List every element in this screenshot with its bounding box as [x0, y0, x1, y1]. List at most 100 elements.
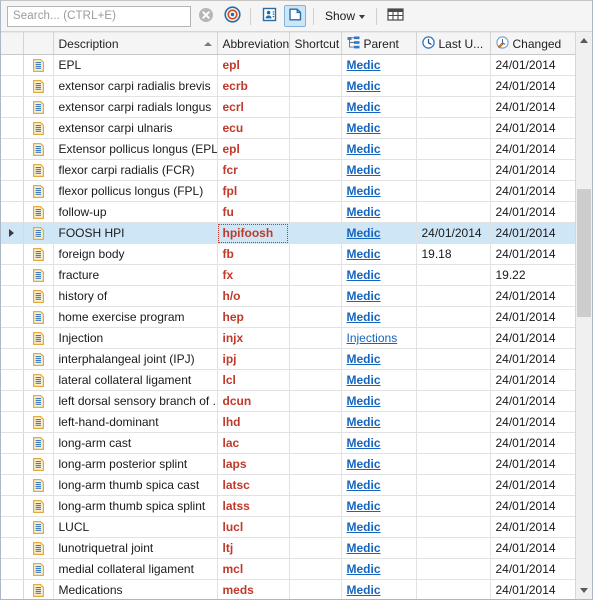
parent-link[interactable]: Medic — [347, 415, 381, 429]
cell-last-updated[interactable] — [416, 54, 491, 76]
clear-search-button[interactable] — [195, 5, 217, 27]
cell-abbreviation[interactable]: latsc — [217, 474, 290, 496]
cell-description[interactable]: history of — [53, 285, 218, 307]
cell-shortcut[interactable] — [289, 243, 342, 265]
scroll-up-button[interactable] — [575, 32, 592, 49]
cell-changed[interactable]: 24/01/2014 — [490, 369, 575, 391]
table-row[interactable]: flexor carpi radialis (FCR) fcr Medic 24/01… — [1, 159, 575, 181]
cell-last-updated[interactable] — [416, 495, 491, 517]
cell-shortcut[interactable] — [289, 579, 342, 599]
cell-last-updated[interactable] — [416, 75, 491, 97]
row-indicator-cell[interactable] — [1, 495, 24, 517]
cell-shortcut[interactable] — [289, 54, 342, 76]
cell-abbreviation[interactable]: lac — [217, 432, 290, 454]
cell-shortcut[interactable] — [289, 96, 342, 118]
cell-shortcut[interactable] — [289, 117, 342, 139]
cell-abbreviation[interactable]: lhd — [217, 411, 290, 433]
parent-link[interactable]: Medic — [347, 247, 381, 261]
cell-parent[interactable]: Medic — [341, 579, 417, 599]
scrollbar-thumb[interactable] — [576, 189, 591, 317]
cell-last-updated[interactable] — [416, 579, 491, 599]
cell-parent[interactable]: Medic — [341, 558, 417, 580]
cell-shortcut[interactable] — [289, 306, 342, 328]
row-indicator-cell[interactable] — [1, 243, 24, 265]
cell-description[interactable]: interphalangeal joint (IPJ) — [53, 348, 218, 370]
cell-abbreviation[interactable]: mcl — [217, 558, 290, 580]
cell-abbreviation[interactable]: ecrl — [217, 96, 290, 118]
table-row[interactable]: long-arm thumb spica splint latss Medic 24/… — [1, 495, 575, 517]
cell-abbreviation[interactable]: ecrb — [217, 75, 290, 97]
cell-shortcut[interactable] — [289, 159, 342, 181]
cell-parent[interactable]: Medic — [341, 474, 417, 496]
cell-shortcut[interactable] — [289, 516, 342, 538]
parent-link[interactable]: Medic — [347, 352, 381, 366]
cell-changed[interactable]: 24/01/2014 — [490, 537, 575, 559]
search-input[interactable]: Search... (CTRL+E) — [7, 5, 191, 27]
parent-link[interactable]: Medic — [347, 226, 381, 240]
row-type-cell[interactable] — [23, 453, 54, 475]
cell-shortcut[interactable] — [289, 138, 342, 160]
row-type-cell[interactable] — [23, 264, 54, 286]
row-indicator-cell[interactable] — [1, 180, 24, 202]
row-indicator-cell[interactable] — [1, 474, 24, 496]
row-indicator-cell[interactable] — [1, 327, 24, 349]
cell-shortcut[interactable] — [289, 285, 342, 307]
cell-changed[interactable]: 24/01/2014 — [490, 453, 575, 475]
table-row[interactable]: lateral collateral ligament lcl Medic 24/01… — [1, 369, 575, 391]
row-indicator-cell[interactable] — [1, 516, 24, 538]
row-indicator-cell[interactable] — [1, 96, 24, 118]
cell-description[interactable]: flexor carpi radialis (FCR) — [53, 159, 218, 181]
parent-link[interactable]: Medic — [347, 58, 381, 72]
table-row[interactable]: left dorsal sensory branch of ... dcun Med… — [1, 390, 575, 412]
cell-description[interactable]: long-arm thumb spica cast — [53, 474, 218, 496]
cell-description[interactable]: foreign body — [53, 243, 218, 265]
cell-changed[interactable]: 24/01/2014 — [490, 201, 575, 223]
cell-parent[interactable]: Injections — [341, 327, 417, 349]
cell-shortcut[interactable] — [289, 453, 342, 475]
cell-last-updated[interactable] — [416, 558, 491, 580]
cell-last-updated[interactable] — [416, 453, 491, 475]
row-indicator-cell[interactable] — [1, 285, 24, 307]
cell-parent[interactable]: Medic — [341, 306, 417, 328]
cell-changed[interactable]: 24/01/2014 — [490, 411, 575, 433]
cell-parent[interactable]: Medic — [341, 411, 417, 433]
cell-abbreviation[interactable]: hpifoosh — [217, 222, 290, 244]
row-indicator-cell[interactable] — [1, 54, 24, 76]
cell-parent[interactable]: Medic — [341, 75, 417, 97]
row-type-cell[interactable] — [23, 96, 54, 118]
row-indicator-cell[interactable] — [1, 411, 24, 433]
cell-parent[interactable]: Medic — [341, 516, 417, 538]
table-row[interactable]: home exercise program hep Medic 24/01/2014 — [1, 306, 575, 328]
cell-changed[interactable]: 24/01/2014 — [490, 495, 575, 517]
row-type-cell[interactable] — [23, 243, 54, 265]
cell-description[interactable]: left-hand-dominant — [53, 411, 218, 433]
contact-view-button[interactable] — [258, 5, 280, 27]
row-type-cell[interactable] — [23, 558, 54, 580]
cell-shortcut[interactable] — [289, 474, 342, 496]
cell-description[interactable]: follow-up — [53, 201, 218, 223]
table-row[interactable]: FOOSH HPI hpifoosh Medic 24/01/2014 24/01/20… — [1, 222, 575, 244]
cell-parent[interactable]: Medic — [341, 180, 417, 202]
cell-last-updated[interactable] — [416, 516, 491, 538]
row-indicator-cell[interactable] — [1, 537, 24, 559]
cell-changed[interactable]: 24/01/2014 — [490, 138, 575, 160]
row-type-cell[interactable] — [23, 537, 54, 559]
cell-changed[interactable]: 24/01/2014 — [490, 222, 575, 244]
cell-abbreviation[interactable]: epl — [217, 54, 290, 76]
cell-description[interactable]: long-arm cast — [53, 432, 218, 454]
cell-shortcut[interactable] — [289, 558, 342, 580]
cell-changed[interactable]: 24/01/2014 — [490, 54, 575, 76]
row-type-cell[interactable] — [23, 369, 54, 391]
parent-link[interactable]: Medic — [347, 541, 381, 555]
row-indicator-cell[interactable] — [1, 369, 24, 391]
cell-abbreviation[interactable]: latss — [217, 495, 290, 517]
row-type-cell[interactable] — [23, 348, 54, 370]
cell-abbreviation[interactable]: ecu — [217, 117, 290, 139]
table-row[interactable]: lunotriquetral joint ltj Medic 24/01/2014 — [1, 537, 575, 559]
table-row[interactable]: flexor pollicus longus (FPL) fpl Medic 24/0… — [1, 180, 575, 202]
cell-description[interactable]: extensor carpi ulnaris — [53, 117, 218, 139]
cell-abbreviation[interactable]: fb — [217, 243, 290, 265]
cell-last-updated[interactable] — [416, 348, 491, 370]
cell-abbreviation[interactable]: fx — [217, 264, 290, 286]
cell-last-updated[interactable] — [416, 285, 491, 307]
